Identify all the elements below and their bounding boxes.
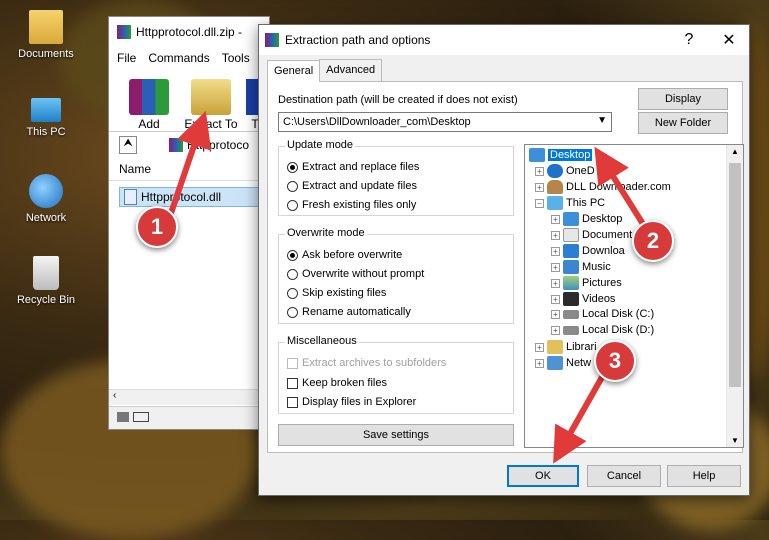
step-badge-3: 3: [594, 340, 636, 382]
step-badge-2: 2: [632, 220, 674, 262]
arrow-2: [594, 146, 651, 234]
step-badge-1: 1: [136, 206, 178, 248]
arrow-3: [553, 368, 609, 464]
arrow-1: [165, 110, 212, 223]
tab-general[interactable]: General: [267, 60, 321, 82]
